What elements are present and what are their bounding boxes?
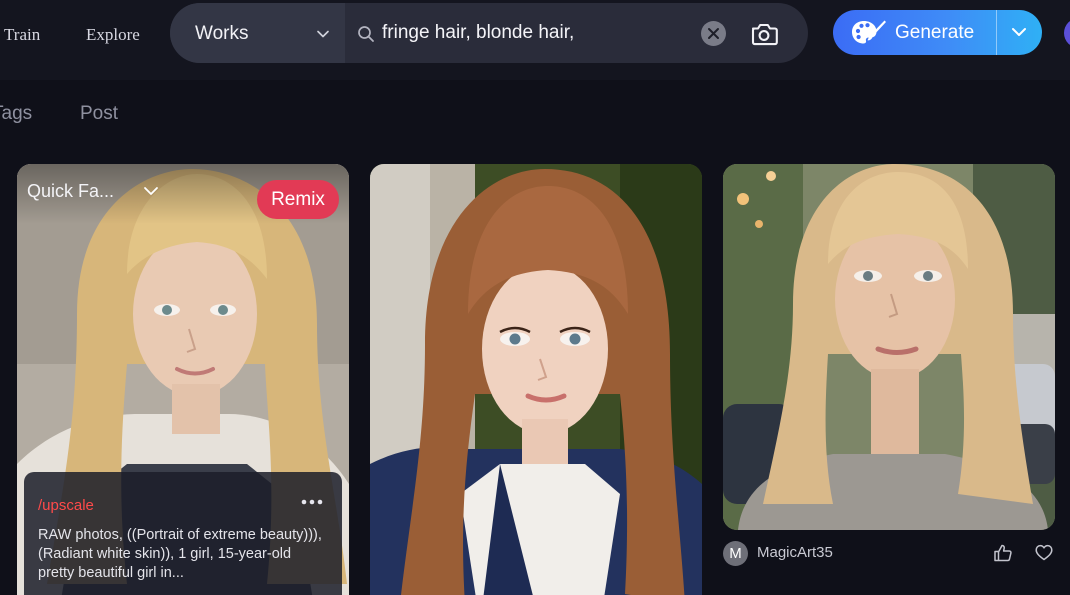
author-avatar[interactable]: M	[723, 541, 748, 566]
nav-link-train[interactable]: Train	[4, 25, 40, 45]
generate-button-group: Generate	[833, 10, 1042, 55]
author-name[interactable]: MagicArt35	[757, 544, 833, 561]
camera-icon[interactable]	[749, 20, 779, 48]
artwork-image	[370, 164, 702, 595]
more-dots-icon[interactable]	[298, 492, 326, 512]
artwork-image	[723, 164, 1055, 530]
generate-options-dropdown[interactable]	[997, 10, 1042, 55]
thumbs-up-icon[interactable]	[993, 543, 1013, 563]
work-card[interactable]: Quick Fa... Remix /upscale RAW photos, (…	[17, 164, 349, 595]
work-card[interactable]	[723, 164, 1055, 530]
palette-brush-icon	[852, 20, 886, 44]
prompt-command[interactable]: /upscale	[38, 497, 94, 514]
author-initial: M	[729, 545, 742, 562]
heart-icon[interactable]	[1035, 544, 1053, 561]
model-label: Quick Fa...	[27, 181, 115, 201]
search-icon	[358, 26, 374, 42]
generate-label: Generate	[895, 22, 975, 43]
prompt-panel: /upscale RAW photos, ((Portrait of extre…	[24, 472, 342, 595]
prompt-text: RAW photos, ((Portrait of extreme beauty…	[38, 527, 322, 581]
tab-tags[interactable]: Tags	[0, 103, 32, 125]
user-avatar[interactable]	[1064, 18, 1070, 48]
tab-post[interactable]: Post	[80, 103, 118, 125]
close-icon	[708, 28, 719, 39]
generate-button[interactable]: Generate	[833, 10, 996, 55]
chevron-down-icon	[317, 30, 329, 38]
search-scope-dropdown[interactable]: Works	[170, 3, 345, 63]
search-bar: Works	[170, 3, 808, 63]
remix-button[interactable]: Remix	[257, 180, 339, 219]
clear-search-button[interactable]	[701, 21, 726, 46]
remix-label: Remix	[271, 189, 325, 210]
work-card[interactable]	[370, 164, 702, 595]
chevron-down-icon	[1012, 28, 1026, 36]
nav-link-explore[interactable]: Explore	[86, 25, 140, 45]
chevron-down-icon	[144, 187, 158, 195]
search-scope-label: Works	[195, 23, 249, 44]
search-input[interactable]	[382, 20, 692, 46]
top-navigation-bar: Train Explore Works fringe hair, blonde …	[0, 0, 1070, 80]
